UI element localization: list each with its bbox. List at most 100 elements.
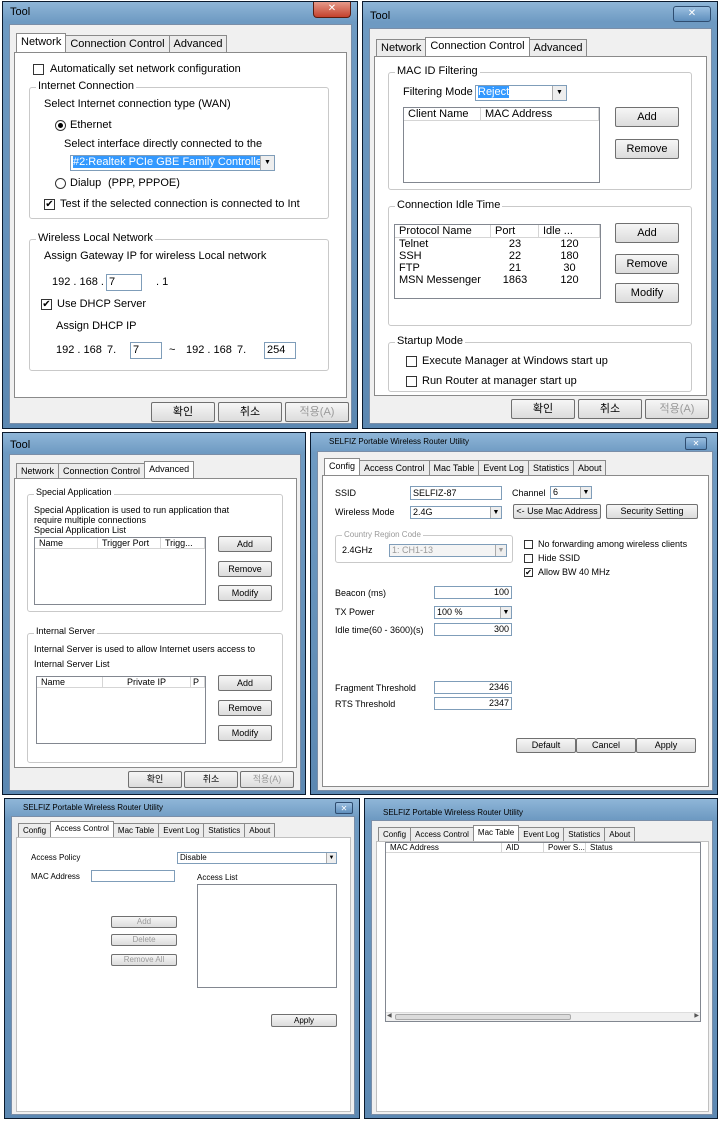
no-forwarding-checkbox[interactable] (524, 540, 533, 549)
special-app-group: Special Application Special Application … (27, 487, 283, 612)
cancel-button[interactable]: Cancel (576, 738, 636, 753)
mac-address-input[interactable] (91, 870, 175, 882)
apply-button[interactable]: 적용(A) (645, 399, 709, 419)
col-private-ip[interactable]: Private IP (103, 677, 191, 687)
ok-button[interactable]: 확인 (128, 771, 182, 788)
window-title: Tool (10, 439, 31, 451)
idle-list[interactable]: Protocol Name Port Idle ... Telnet 23 120 … (394, 224, 601, 299)
server-remove-button[interactable]: Remove (218, 700, 272, 716)
mac-add-button[interactable]: Add (615, 107, 679, 127)
col-name[interactable]: Name (35, 538, 98, 548)
cancel-button[interactable]: 취소 (218, 402, 282, 422)
col-power-save[interactable]: Power S... (544, 843, 586, 852)
use-dhcp-checkbox[interactable]: ✔ (41, 299, 52, 310)
ok-button[interactable]: 확인 (511, 399, 575, 419)
apply-button[interactable]: 적용(A) (285, 402, 349, 422)
special-modify-button[interactable]: Modify (218, 585, 272, 601)
special-remove-button[interactable]: Remove (218, 561, 272, 577)
rts-threshold-input[interactable]: 2347 (434, 697, 512, 710)
apply-button[interactable]: 적용(A) (240, 771, 294, 788)
close-button[interactable]: ✕ (313, 2, 351, 18)
region-select[interactable]: 1: CH1-13 ▼ (389, 544, 507, 557)
cancel-button[interactable]: 취소 (184, 771, 238, 788)
channel-select[interactable]: 6 ▼ (550, 486, 592, 499)
col-trigger-port[interactable]: Trigger Port (98, 538, 161, 548)
col-name[interactable]: Name (37, 677, 103, 687)
server-add-button[interactable]: Add (218, 675, 272, 691)
beacon-input[interactable]: 100 (434, 586, 512, 599)
idle-add-button[interactable]: Add (615, 223, 679, 243)
exec-manager-checkbox[interactable] (406, 356, 417, 367)
close-button[interactable]: ✕ (673, 6, 711, 22)
col-port[interactable]: P (191, 677, 205, 687)
gateway-third-octet[interactable]: 7 (106, 274, 142, 291)
ethernet-radio[interactable] (55, 120, 66, 131)
tab-access-control[interactable]: Access Control (50, 821, 114, 837)
internal-server-list[interactable]: Name Private IP P (36, 676, 206, 744)
close-button[interactable]: ✕ (335, 802, 353, 814)
interface-select[interactable]: #2:Realtek PCIe GBE Family Controller ▼ (70, 155, 275, 171)
security-setting-button[interactable]: Security Setting (606, 504, 698, 519)
delete-button[interactable]: Delete (111, 934, 177, 946)
use-mac-button[interactable]: <- Use Mac Address (513, 504, 601, 519)
access-policy-select[interactable]: Disable ▼ (177, 852, 337, 864)
apply-button[interactable]: Apply (271, 1014, 337, 1027)
apply-button[interactable]: Apply (636, 738, 696, 753)
tab-network[interactable]: Network (16, 33, 67, 52)
tool-advanced-window: Tool Network Connection Control Advanced… (2, 432, 306, 795)
filter-mode-label: Filtering Mode (403, 86, 473, 98)
mac-list[interactable]: Client Name MAC Address (403, 107, 600, 183)
table-row[interactable]: FTP 21 30 (395, 262, 600, 274)
special-add-button[interactable]: Add (218, 536, 272, 552)
table-row[interactable]: Telnet 23 120 (395, 238, 600, 250)
idle-remove-button[interactable]: Remove (615, 254, 679, 274)
auto-config-checkbox[interactable] (33, 64, 44, 75)
access-list[interactable] (197, 884, 337, 988)
tab-advanced[interactable]: Advanced (144, 461, 195, 478)
scroll-right-icon[interactable]: ▶ (694, 1012, 699, 1019)
allow-bw-checkbox[interactable]: ✔ (524, 568, 533, 577)
col-mac-address[interactable]: MAC Address (481, 108, 599, 120)
dhcp-start-field[interactable]: 7 (130, 342, 162, 359)
col-protocol[interactable]: Protocol Name (395, 225, 491, 237)
run-router-checkbox[interactable] (406, 376, 417, 387)
dialup-label: Dialup (70, 177, 102, 189)
horizontal-scrollbar[interactable]: ◀ ▶ (386, 1012, 700, 1021)
default-button[interactable]: Default (516, 738, 576, 753)
col-trigger[interactable]: Trigg... (161, 538, 205, 548)
ssid-input[interactable]: SELFIZ-87 (410, 486, 502, 500)
mac-table-list[interactable]: MAC Address AID Power S... Status ◀ ▶ (385, 842, 701, 1022)
filter-mode-select[interactable]: Reject ▼ (475, 85, 567, 101)
scroll-left-icon[interactable]: ◀ (387, 1012, 392, 1019)
col-status[interactable]: Status (586, 843, 700, 852)
tab-connection-control[interactable]: Connection Control (425, 37, 530, 56)
col-port[interactable]: Port (491, 225, 539, 237)
tab-config[interactable]: Config (324, 458, 361, 475)
test-conn-checkbox[interactable]: ✔ (44, 199, 55, 210)
col-client-name[interactable]: Client Name (404, 108, 481, 120)
idle-modify-button[interactable]: Modify (615, 283, 679, 303)
txpower-select[interactable]: 100 % ▼ (434, 606, 512, 619)
server-modify-button[interactable]: Modify (218, 725, 272, 741)
wireless-mode-select[interactable]: 2.4G ▼ (410, 506, 502, 519)
dhcp-end-field[interactable]: 254 (264, 342, 296, 359)
col-aid[interactable]: AID (502, 843, 544, 852)
add-button[interactable]: Add (111, 916, 177, 928)
fragment-threshold-input[interactable]: 2346 (434, 681, 512, 694)
cancel-button[interactable]: 취소 (578, 399, 642, 419)
idle-time-input[interactable]: 300 (434, 623, 512, 636)
table-row[interactable]: MSN Messenger 1863 120 (395, 274, 600, 286)
beacon-label: Beacon (ms) (335, 588, 387, 598)
col-mac-address[interactable]: MAC Address (386, 843, 502, 852)
close-button[interactable]: ✕ (685, 437, 707, 450)
table-row[interactable]: SSH 22 180 (395, 250, 600, 262)
tab-mac-table[interactable]: Mac Table (472, 825, 520, 841)
ok-button[interactable]: 확인 (151, 402, 215, 422)
col-idle[interactable]: Idle ... (539, 225, 600, 237)
scrollbar-thumb[interactable] (395, 1014, 571, 1020)
mac-remove-button[interactable]: Remove (615, 139, 679, 159)
special-app-list[interactable]: Name Trigger Port Trigg... (34, 537, 206, 605)
dialup-radio[interactable] (55, 178, 66, 189)
remove-all-button[interactable]: Remove All (111, 954, 177, 966)
hide-ssid-checkbox[interactable] (524, 554, 533, 563)
